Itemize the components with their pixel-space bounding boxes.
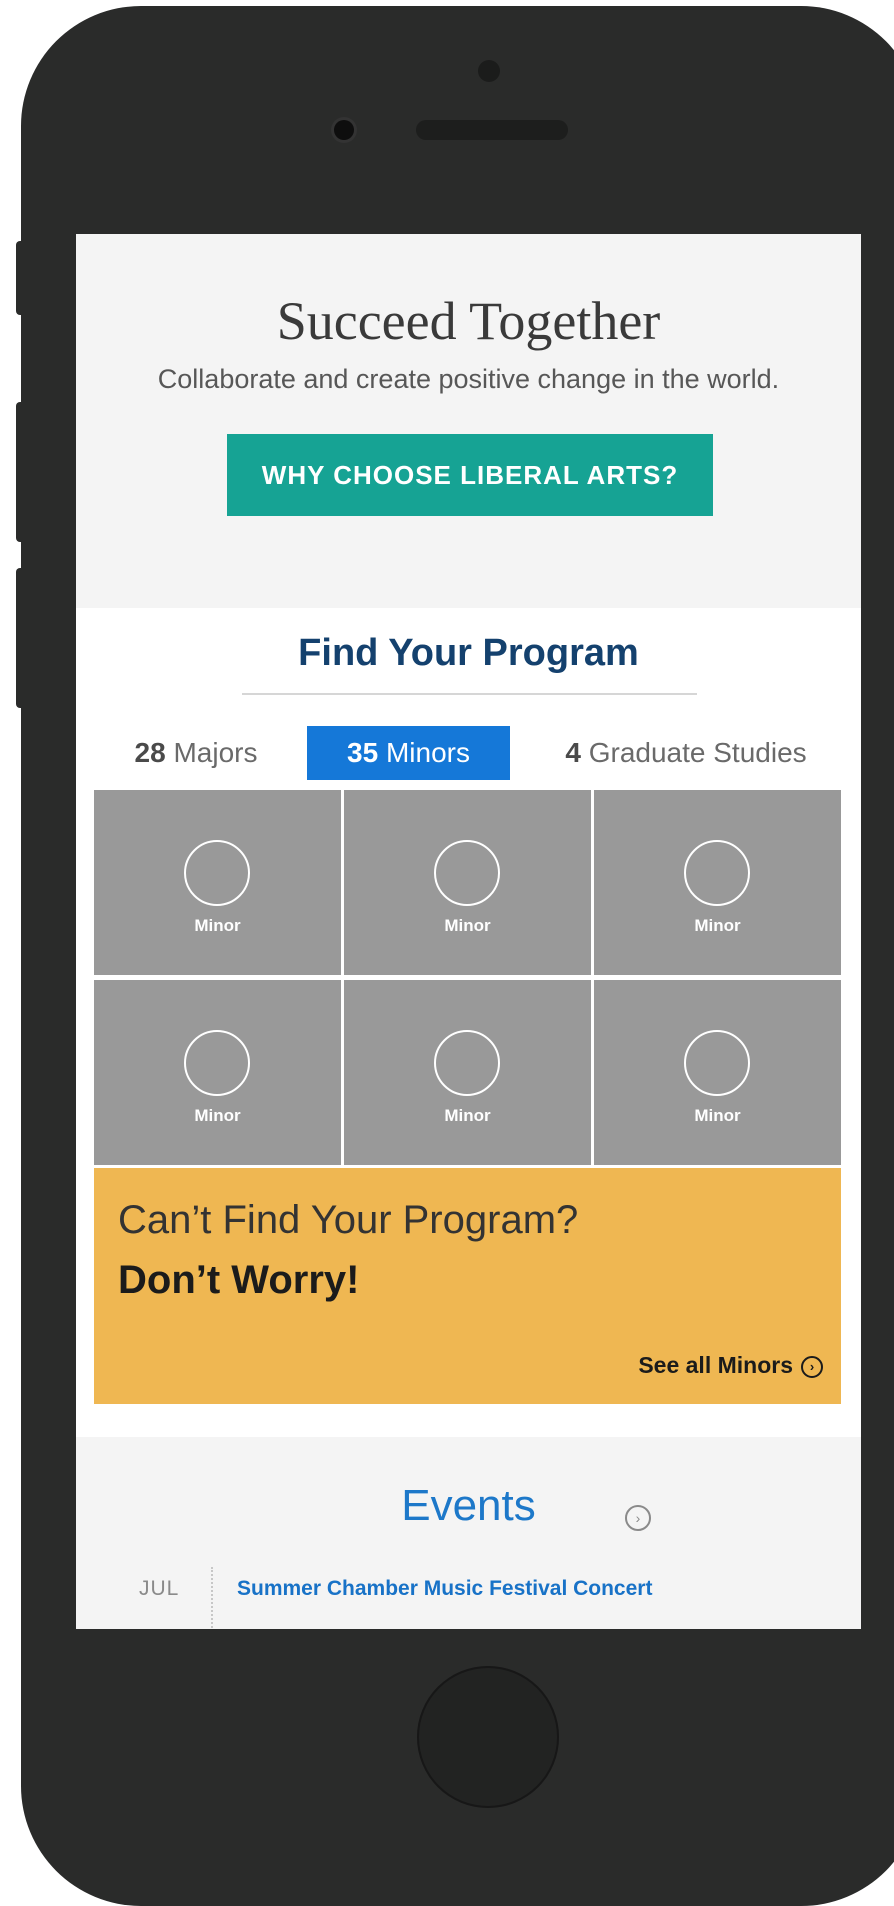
program-tile[interactable]: Minor [594,980,841,1165]
chevron-right-circle-icon[interactable]: › [625,1505,651,1531]
program-tile[interactable]: Minor [344,980,591,1165]
program-tile-label: Minor [444,916,491,935]
events-section: Events › JUL Summer Chamber Music Festiv… [76,1437,861,1629]
program-tile[interactable]: Minor [594,790,841,975]
home-button[interactable] [417,1666,559,1808]
mute-switch [16,241,26,315]
hero-subtitle: Collaborate and create positive change i… [157,364,780,394]
tab-majors[interactable]: 28 Majors [121,726,271,780]
program-tile[interactable]: Minor [94,980,341,1165]
event-title-link[interactable]: Summer Chamber Music Festival Concert [237,1577,652,1601]
tab-majors-label: Majors [173,737,258,768]
program-placeholder-icon [684,1030,750,1096]
find-program-title: Find Your Program [298,632,639,674]
see-all-minors-link[interactable]: See all Minors › [638,1352,823,1379]
sensor-dot [478,60,500,82]
title-divider [242,693,697,695]
volume-up-button [16,402,26,542]
tab-graduate-studies[interactable]: 4 Graduate Studies [536,726,836,780]
chevron-right-circle-icon: › [801,1355,823,1378]
tab-grad-count: 4 [565,737,581,768]
program-grid: Minor Minor Minor Minor Minor Minor [94,790,841,1168]
program-tile-label: Minor [194,916,241,935]
program-tile[interactable]: Minor [94,790,341,975]
tab-grad-label: Graduate Studies [588,737,807,768]
hero-title: Succeed Together [276,291,661,351]
front-camera [334,120,354,140]
event-month: JUL [139,1577,180,1600]
tab-minors-label: Minors [385,737,470,768]
program-placeholder-icon [684,840,750,906]
program-tile[interactable]: Minor [344,790,591,975]
volume-down-button [16,568,26,708]
program-tile-label: Minor [444,1106,491,1125]
tab-majors-count: 28 [134,737,166,768]
program-tile-label: Minor [694,1106,741,1125]
why-liberal-arts-button[interactable]: WHY CHOOSE LIBERAL ARTS? [227,434,713,516]
event-divider [211,1567,213,1629]
program-placeholder-icon [184,1030,250,1096]
tab-minors-count: 35 [347,737,379,768]
events-title: Events [401,1481,536,1530]
tab-minors[interactable]: 35 Minors [307,726,510,780]
program-tile-label: Minor [694,916,741,935]
program-placeholder-icon [434,1030,500,1096]
program-placeholder-icon [434,840,500,906]
promo-question: Can’t Find Your Program? [118,1198,579,1242]
promo-answer: Don’t Worry! [118,1258,360,1302]
program-tile-label: Minor [194,1106,241,1125]
see-all-minors-label: See all Minors [638,1352,793,1378]
program-placeholder-icon [184,840,250,906]
cant-find-program-banner: Can’t Find Your Program? Don’t Worry! Se… [94,1168,841,1404]
hero-section: Succeed Together Collaborate and create … [76,234,861,608]
phone-screen: Succeed Together Collaborate and create … [76,234,861,1629]
earpiece-speaker [416,120,568,140]
